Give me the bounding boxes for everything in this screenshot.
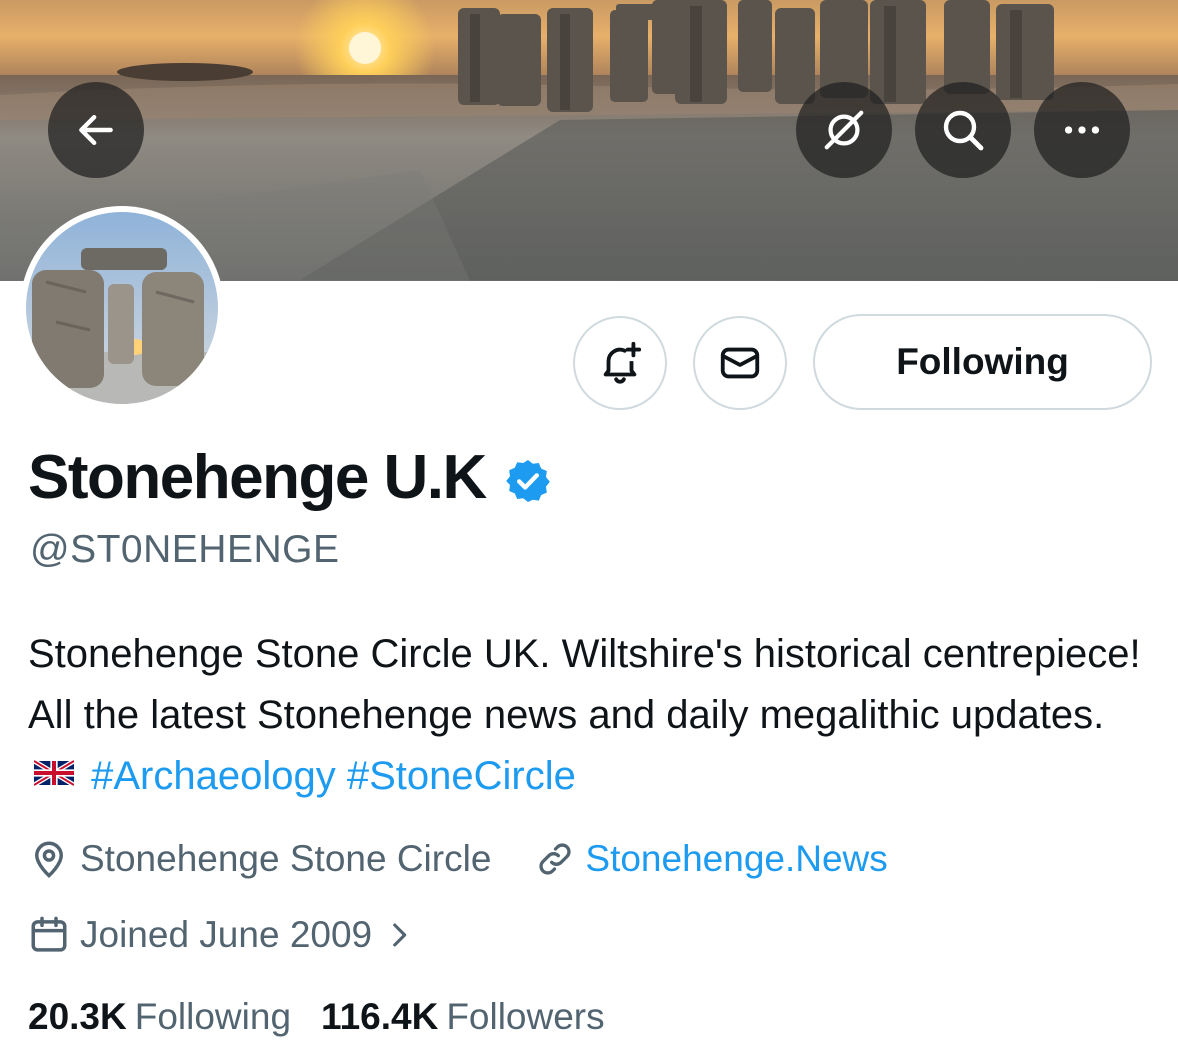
calendar-icon — [31, 916, 67, 952]
followers-stat[interactable]: 116.4K Followers — [321, 996, 605, 1038]
bell-plus-icon — [603, 341, 642, 384]
followers-stat-label: Followers — [446, 996, 605, 1037]
more-button[interactable] — [1034, 82, 1130, 178]
profile-meta-row: Stonehenge Stone Circle Stonehenge.News — [28, 838, 888, 880]
following-stat[interactable]: 20.3K Following — [28, 996, 291, 1038]
website-item[interactable]: Stonehenge.News — [535, 838, 888, 880]
joined-date: Joined June 2009 — [80, 914, 373, 955]
chevron-right-icon[interactable] — [382, 918, 416, 952]
followers-count: 116.4K — [321, 996, 439, 1037]
location-item: Stonehenge Stone Circle — [28, 838, 491, 880]
grok-button[interactable] — [796, 82, 892, 178]
user-handle: @ST0NEHENGE — [30, 528, 340, 571]
bio-text: Stonehenge Stone Circle UK. Wiltshire's … — [28, 632, 1141, 737]
display-name: Stonehenge U.K — [28, 443, 487, 512]
arrow-left-icon — [79, 114, 113, 146]
envelope-icon — [720, 347, 760, 379]
following-count: 20.3K — [28, 996, 127, 1037]
message-button[interactable] — [693, 316, 787, 410]
verified-badge-icon[interactable] — [504, 457, 552, 505]
name-row: Stonehenge U.K — [28, 442, 552, 513]
back-button[interactable] — [48, 82, 144, 178]
following-button[interactable]: Following — [813, 314, 1152, 410]
search-icon — [943, 110, 984, 151]
link-icon — [539, 843, 571, 875]
location-pin-icon — [34, 841, 64, 878]
notify-button[interactable] — [573, 316, 667, 410]
follow-stats: 20.3K Following 116.4K Followers — [28, 996, 605, 1038]
search-button[interactable] — [915, 82, 1011, 178]
uk-flag-icon — [34, 760, 74, 787]
grok-slash-icon — [824, 110, 864, 150]
profile-avatar[interactable] — [20, 206, 224, 410]
joined-row[interactable]: Joined June 2009 — [28, 914, 416, 956]
following-stat-label: Following — [134, 996, 292, 1037]
profile-bio: Stonehenge Stone Circle UK. Wiltshire's … — [28, 624, 1148, 807]
more-horizontal-icon — [1064, 126, 1100, 134]
website-link[interactable]: Stonehenge.News — [585, 838, 887, 880]
hashtag-link[interactable]: #StoneCircle — [347, 754, 576, 798]
location-text: Stonehenge Stone Circle — [80, 838, 492, 879]
hashtag-link[interactable]: #Archaeology — [91, 754, 336, 798]
avatar-image — [26, 212, 218, 404]
